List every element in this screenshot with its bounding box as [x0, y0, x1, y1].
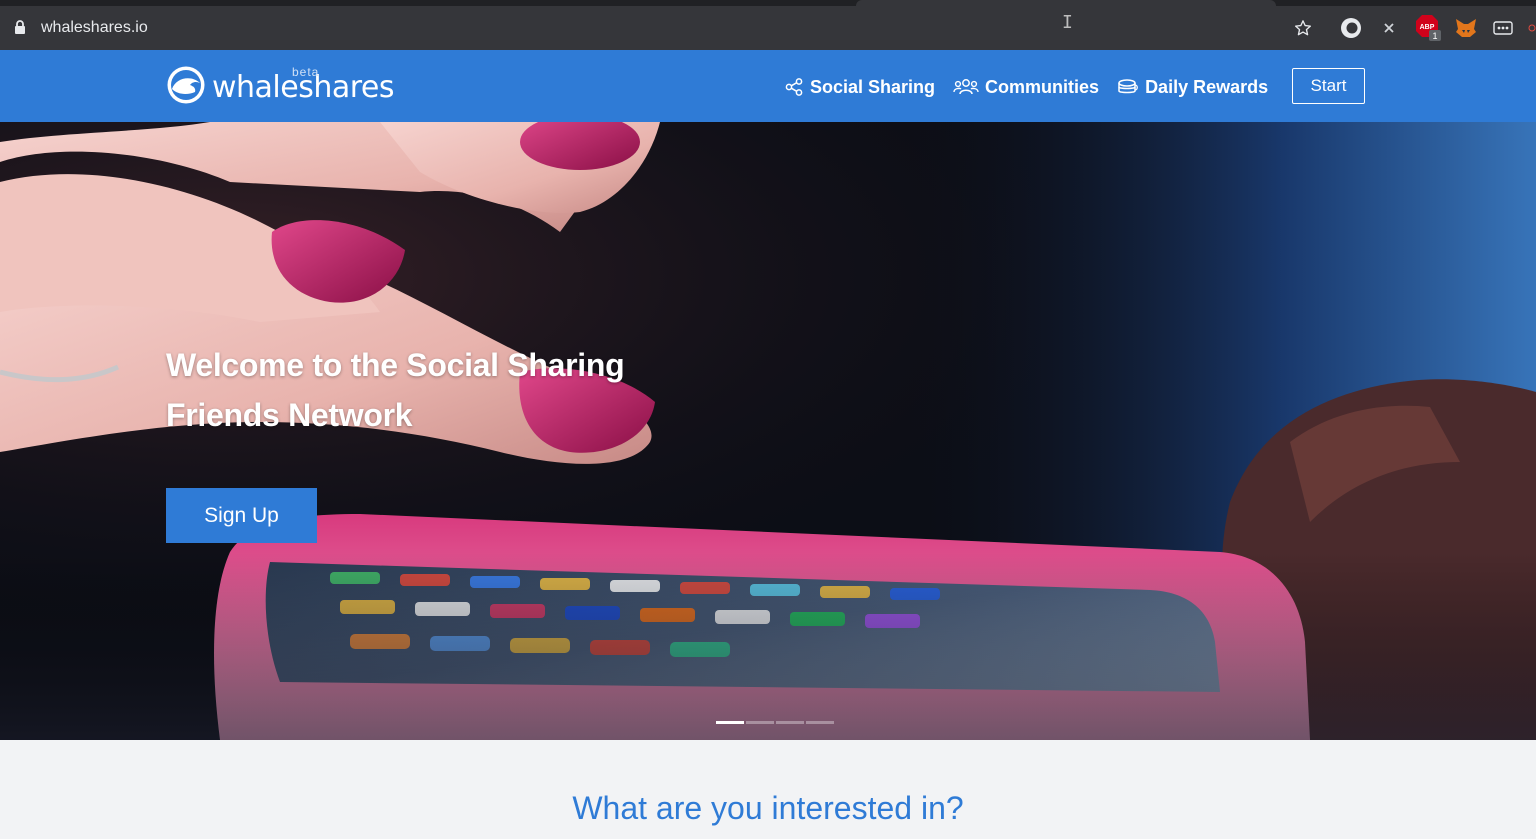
adblock-icon[interactable]: ABP 1 [1416, 15, 1442, 41]
carousel-indicator-3[interactable] [776, 721, 804, 724]
text-cursor-icon: I [1062, 12, 1073, 33]
share-nodes-icon [784, 77, 804, 97]
site-navbar: whaleshares beta Social Sharing Communit… [0, 50, 1536, 122]
nav-communities[interactable]: Communities [953, 77, 1099, 98]
x-extension-icon[interactable] [1380, 16, 1398, 40]
hero-carousel: Welcome to the Social Sharing Friends Ne… [0, 122, 1536, 740]
circle-extension-icon[interactable] [1340, 16, 1362, 40]
coins-icon [1117, 77, 1139, 97]
tab-strip [0, 0, 1536, 6]
hero-title: Welcome to the Social Sharing Friends Ne… [166, 340, 686, 440]
adblock-badge: 1 [1432, 31, 1437, 41]
url-text[interactable]: whaleshares.io [41, 19, 148, 37]
users-icon [953, 77, 979, 97]
adblock-label: ABP [1420, 24, 1435, 31]
carousel-indicators [716, 721, 836, 724]
start-button[interactable]: Start [1292, 68, 1365, 104]
sign-up-button[interactable]: Sign Up [166, 488, 317, 543]
carousel-indicator-1[interactable] [716, 721, 744, 724]
nav-label: Daily Rewards [1145, 76, 1269, 97]
carousel-indicator-4[interactable] [806, 721, 834, 724]
beta-badge: beta [292, 65, 320, 79]
hero-title-line-2: Friends Network [166, 397, 413, 433]
more-icon[interactable] [1492, 16, 1514, 40]
site-logo[interactable]: whaleshares beta [166, 64, 395, 106]
lock-icon [14, 19, 28, 37]
whale-logo-icon [167, 66, 205, 104]
carousel-indicator-2[interactable] [746, 721, 774, 724]
nav-label: Communities [985, 76, 1100, 97]
hero-title-line-1: Welcome to the Social Sharing [166, 347, 625, 383]
main-nav: Social Sharing Communities Daily Rewards [784, 72, 1286, 102]
nav-daily-rewards[interactable]: Daily Rewards [1117, 77, 1268, 98]
profile-icon-partial[interactable] [1528, 16, 1536, 40]
browser-toolbar: whaleshares.io I ABP 1 [0, 0, 1536, 50]
metamask-fox-icon[interactable] [1454, 16, 1478, 40]
interests-heading: What are you interested in? [572, 790, 964, 826]
nav-social-sharing[interactable]: Social Sharing [784, 77, 935, 98]
nav-label: Social Sharing [810, 76, 936, 97]
bookmark-star-icon[interactable] [1292, 16, 1314, 40]
address-bar[interactable]: whaleshares.io [14, 17, 148, 39]
tab-strip-edge [856, 0, 1276, 6]
